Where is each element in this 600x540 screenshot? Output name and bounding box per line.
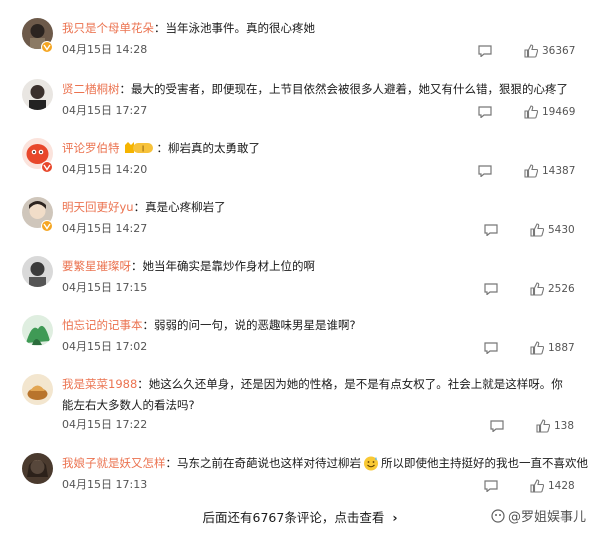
separator: ： — [156, 141, 169, 155]
comment-line: 我是菜菜1988：她这么久还单身，还是因为她的性格，是不是有点女权了。社会上就是… — [62, 374, 572, 416]
comment-text: 当年泳池事件。真的很心疼她 — [165, 21, 316, 35]
avatar[interactable] — [22, 453, 53, 484]
separator: ： — [131, 259, 143, 273]
avatar[interactable] — [22, 256, 53, 287]
username-link[interactable]: 明天回更好yu — [62, 200, 134, 214]
separator: ： — [133, 200, 146, 214]
watermark-text: @罗姐娱事儿 — [507, 510, 586, 525]
comment-line: 明天回更好yu：真是心疼柳岩了 — [62, 197, 580, 218]
like-count: 2526 — [548, 283, 575, 295]
avatar[interactable] — [22, 315, 53, 346]
username-link[interactable]: 我只是个母单花朵 — [62, 21, 154, 35]
comment-icon[interactable] — [484, 224, 498, 236]
level-badge-icon: I — [124, 141, 153, 153]
comment-icon[interactable] — [484, 342, 498, 354]
comment-line: 我只是个母单花朵：当年泳池事件。真的很心疼她 — [62, 18, 580, 39]
username-link[interactable]: 怕忘记的记事本 — [62, 318, 143, 332]
level-badge-text: I — [141, 144, 143, 153]
like-count: 36367 — [542, 45, 576, 57]
comment-icon[interactable] — [478, 165, 492, 177]
comment-text: 真是心疼柳岩了 — [145, 200, 226, 214]
comment-time: 04月15日 17:13 — [62, 478, 148, 491]
separator: ： — [154, 21, 166, 35]
like-count: 1887 — [548, 342, 575, 354]
thumbs-up-icon[interactable] — [536, 419, 550, 433]
comment-text: 柳岩真的太勇敢了 — [168, 141, 260, 155]
comment-icon[interactable] — [478, 106, 492, 118]
comment-text: 最大的受害者，即便现在，上节目依然会被很多人避着，她又有什么错，狠狠的心疼了 — [131, 82, 568, 96]
verified-badge-icon — [41, 161, 53, 173]
like-count: 138 — [554, 420, 575, 432]
comment-time: 04月15日 14:20 — [62, 163, 148, 176]
thumbs-up-icon[interactable] — [524, 164, 538, 178]
comment-icon[interactable] — [484, 480, 498, 492]
like-count: 14387 — [542, 165, 576, 177]
comment-icon[interactable] — [490, 420, 504, 432]
comment-time: 04月15日 14:27 — [62, 222, 148, 235]
comment-text-continued: 所以即使他主持挺好的我也一直不喜欢他 — [381, 456, 588, 470]
avatar[interactable] — [22, 79, 53, 110]
comment-icon[interactable] — [478, 45, 492, 57]
comment-text: 她当年确实是靠炒作身材上位的啊 — [142, 259, 316, 273]
verified-badge-icon — [41, 41, 53, 53]
more-comments-text: 后面还有6767条评论，点击查看 — [202, 510, 385, 525]
username-link[interactable]: 评论罗伯特 — [62, 141, 120, 155]
username-link[interactable]: 要繁星璀璨呀 — [62, 259, 131, 273]
thumbs-up-icon[interactable] — [530, 282, 544, 296]
username-link[interactable]: 我娘子就是妖又怎样 — [62, 456, 166, 470]
username-link[interactable]: 贤二楢桐树 — [62, 82, 120, 96]
separator: ： — [137, 377, 149, 391]
comment-line: 要繁星璀璨呀：她当年确实是靠炒作身材上位的啊 — [62, 256, 580, 277]
comment-line: 评论罗伯特 I ：柳岩真的太勇敢了 — [62, 138, 580, 159]
comment-line: 怕忘记的记事本：弱弱的问一句，说的恶趣味男星是谁啊? — [62, 315, 580, 336]
thumbs-up-icon[interactable] — [530, 341, 544, 355]
watermark: @罗姐娱事儿 — [491, 506, 586, 525]
comment-text: 马东之前在奇葩说也这样对待过柳岩 — [177, 456, 361, 470]
like-count: 19469 — [542, 106, 576, 118]
verified-badge-icon — [41, 220, 53, 232]
comment-time: 04月15日 17:02 — [62, 340, 148, 353]
comment-icon[interactable] — [484, 283, 498, 295]
comment-time: 04月15日 17:15 — [62, 281, 148, 294]
comment-text: 弱弱的问一句，说的恶趣味男星是谁啊? — [154, 318, 356, 332]
separator: ： — [119, 82, 132, 96]
like-count: 1428 — [548, 480, 575, 492]
watermark-logo-icon — [491, 508, 505, 523]
comment-time: 04月15日 17:27 — [62, 104, 148, 117]
thumbs-up-icon[interactable] — [530, 479, 544, 493]
username-link[interactable]: 我是菜菜1988 — [62, 377, 137, 391]
sweat-smile-emoji-icon — [364, 456, 378, 470]
like-count: 5430 — [548, 224, 575, 236]
thumbs-up-icon[interactable] — [530, 223, 544, 237]
separator: ： — [165, 456, 178, 470]
comment-time: 04月15日 14:28 — [62, 43, 148, 56]
thumbs-up-icon[interactable] — [524, 44, 538, 58]
comment-line: 我娘子就是妖又怎样：马东之前在奇葩说也这样对待过柳岩 所以即使他主持挺好的我也一直… — [62, 453, 588, 474]
chevron-right-icon: › — [392, 510, 398, 525]
avatar[interactable] — [22, 374, 53, 405]
comment-line: 贤二楢桐树：最大的受害者，即便现在，上节目依然会被很多人避着，她又有什么错，狠狠… — [62, 79, 580, 100]
thumbs-up-icon[interactable] — [524, 105, 538, 119]
comment-time: 04月15日 17:22 — [62, 418, 148, 431]
separator: ： — [142, 318, 155, 332]
